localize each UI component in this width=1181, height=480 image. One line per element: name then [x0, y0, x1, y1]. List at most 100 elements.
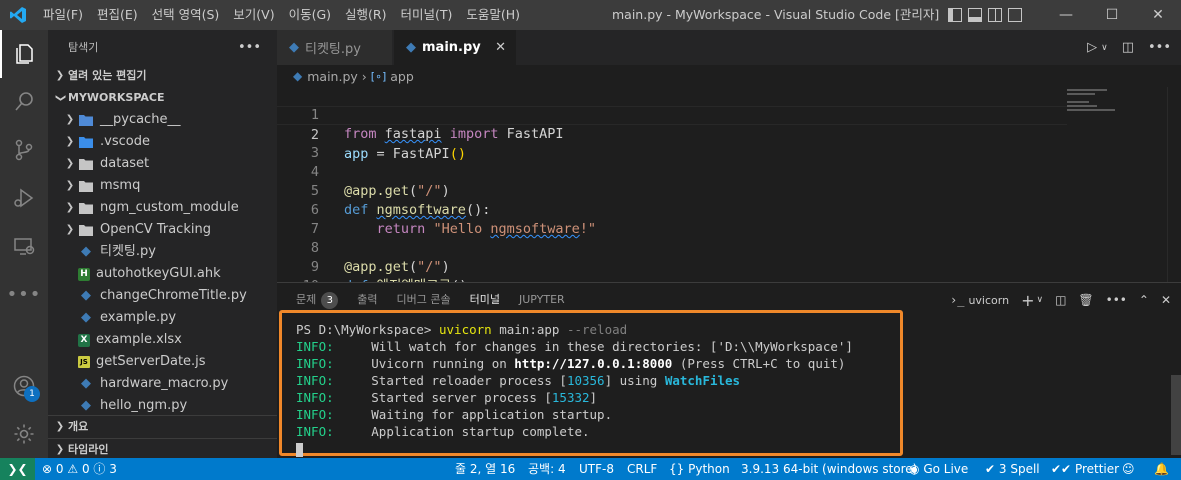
trash-icon[interactable]: 🗑 [1078, 293, 1093, 307]
workspace-section[interactable]: ❯ MYWORKSPACE [48, 87, 277, 109]
code-line: 10 return "안녕하세요! 반갑습니다." [277, 258, 1067, 282]
tree-folder-pycache[interactable]: ❯ __pycache__ [48, 109, 277, 131]
tree-folder-dataset[interactable]: ❯ dataset [48, 153, 277, 175]
terminal-scrollbar[interactable] [1171, 375, 1181, 455]
chevron-right-icon: ❯ [65, 114, 75, 125]
run-debug-icon[interactable] [0, 174, 48, 222]
tree-file[interactable]: ◆ example.py [48, 307, 277, 329]
tree-file[interactable]: ◆ hardware_macro.py [48, 373, 277, 395]
split-editor-icon[interactable]: ◫ [1122, 40, 1134, 55]
python-interpreter[interactable]: 3.9.13 64-bit (windows store) [741, 458, 917, 480]
tab-main-py[interactable]: ◆ main.py ✕ [394, 30, 516, 65]
accounts-icon[interactable] [0, 362, 48, 410]
toggle-panel-icon[interactable] [968, 8, 982, 22]
breadcrumb-file[interactable]: main.py [307, 69, 358, 84]
tree-folder-ngm-custom-module[interactable]: ❯ ngm_custom_module [48, 197, 277, 219]
menu-go[interactable]: 이동(G) [282, 0, 338, 30]
menu-selection[interactable]: 선택 영역(S) [145, 0, 227, 30]
end-of-line[interactable]: CRLF [627, 458, 657, 480]
menu-terminal[interactable]: 터미널(T) [394, 0, 460, 30]
customize-layout-icon[interactable] [1008, 8, 1022, 22]
code-editor[interactable]: 1 from fastapi import FastAPI 2 app = Fa… [277, 87, 1181, 282]
terminal-line: INFO: Application startup complete. [296, 424, 590, 439]
maximize-panel-icon[interactable]: ⌃ [1139, 293, 1149, 307]
python-icon: ◆ [81, 310, 91, 325]
layout-controls [948, 8, 1022, 22]
python-icon: ◆ [81, 244, 91, 259]
spell-check[interactable]: ✔ 3 Spell [985, 458, 1040, 480]
explorer-icon[interactable] [0, 30, 48, 78]
tree-folder-opencv-tracking[interactable]: ❯ OpenCV Tracking [48, 219, 277, 241]
remote-explorer-icon[interactable] [0, 222, 48, 270]
chevron-down-icon[interactable]: ∨ [1036, 295, 1043, 305]
encoding[interactable]: UTF-8 [579, 458, 614, 480]
split-terminal-icon[interactable]: ◫ [1055, 293, 1066, 307]
tree-file[interactable]: ◆ 티켓팅.py [48, 241, 277, 263]
remote-indicator-icon[interactable]: ❯❮ [0, 458, 35, 480]
tree-file[interactable]: ◆ hello_ngm.py [48, 395, 277, 417]
new-terminal-icon[interactable]: + [1021, 291, 1034, 310]
search-icon[interactable] [0, 78, 48, 126]
source-control-icon[interactable] [0, 126, 48, 174]
terminal-icon: ›_ [949, 293, 965, 307]
window-title: main.py - MyWorkspace - Visual Studio Co… [612, 7, 940, 22]
menu-run[interactable]: 실행(R) [338, 0, 393, 30]
problems-status[interactable]: ⊗ 0 ⚠ 0 ⓘ 3 [42, 458, 117, 480]
tree-folder-msmq[interactable]: ❯ msmq [48, 175, 277, 197]
more-icon[interactable]: ••• [0, 270, 48, 318]
python-icon: ◆ [293, 69, 303, 83]
editor-scrollbar[interactable] [1167, 87, 1181, 282]
chevron-down-icon[interactable]: ∨ [1101, 43, 1108, 53]
timeline-section[interactable]: ❯ 타임라인 [48, 438, 277, 458]
terminal-line [296, 440, 853, 457]
close-icon[interactable]: ✕ [495, 40, 506, 55]
go-live-button[interactable]: ◉ Go Live [909, 458, 968, 480]
tree-file[interactable]: JS getServerDate.js [48, 351, 277, 373]
title-bar: 파일(F) 편집(E) 선택 영역(S) 보기(V) 이동(G) 실행(R) 터… [0, 0, 1181, 30]
run-python-file-icon[interactable]: ▷ [1087, 40, 1097, 55]
language-mode[interactable]: {} Python [669, 458, 730, 480]
chevron-right-icon: ❯ [65, 136, 75, 147]
more-actions-icon[interactable]: ••• [1106, 293, 1127, 307]
menu-edit[interactable]: 편집(E) [90, 0, 145, 30]
terminal-output[interactable]: PS D:\MyWorkspace> uvicorn main:app --re… [296, 321, 853, 457]
status-bar: ❯❮ ⊗ 0 ⚠ 0 ⓘ 3 줄 2, 열 16 공백: 4 UTF-8 CRL… [0, 458, 1181, 480]
more-actions-icon[interactable]: ••• [238, 30, 261, 65]
more-actions-icon[interactable]: ••• [1148, 40, 1171, 55]
warning-icon: ⚠ [67, 462, 79, 476]
toggle-secondary-sidebar-icon[interactable] [988, 8, 1002, 22]
terminal-name[interactable]: uvicorn [968, 294, 1009, 307]
tree-folder-vscode[interactable]: ❯ .vscode [48, 131, 277, 153]
breadcrumb-symbol[interactable]: app [390, 69, 414, 84]
minimap[interactable] [1067, 87, 1167, 117]
prettier-status[interactable]: ✔✔ Prettier [1051, 458, 1119, 480]
chevron-right-icon: ❯ [65, 202, 75, 213]
editor-tab-bar: ◆ 티켓팅.py ◆ main.py ✕ ▷ ∨ ◫ ••• [277, 30, 1181, 65]
tree-file[interactable]: ◆ changeChromeTitle.py [48, 285, 277, 307]
tree-file[interactable]: X example.xlsx [48, 329, 277, 351]
toggle-primary-sidebar-icon[interactable] [948, 8, 962, 22]
problems-count-badge: 3 [321, 292, 339, 309]
minimize-button[interactable]: — [1043, 0, 1089, 30]
cursor-position[interactable]: 줄 2, 열 16 [455, 458, 515, 480]
menu-view[interactable]: 보기(V) [226, 0, 281, 30]
close-panel-icon[interactable]: ✕ [1161, 293, 1171, 307]
tree-file[interactable]: H autohotkeyGUI.ahk [48, 263, 277, 285]
manage-gear-icon[interactable] [0, 410, 48, 458]
editor-actions: ▷ ∨ ◫ ••• [1087, 30, 1171, 65]
tab-ticketing[interactable]: ◆ 티켓팅.py [277, 30, 392, 65]
menu-file[interactable]: 파일(F) [36, 0, 90, 30]
feedback-icon[interactable]: ☺ [1122, 458, 1135, 480]
outline-section[interactable]: ❯ 개요 [48, 416, 277, 438]
open-editors-section[interactable]: ❯ 열려 있는 편집기 [48, 65, 277, 87]
sidebar-title-label: 탐색기 [68, 41, 99, 54]
close-window-button[interactable]: ✕ [1135, 0, 1181, 30]
accounts-badge: 1 [24, 386, 40, 402]
maximize-button[interactable]: ☐ [1089, 0, 1135, 30]
notifications-bell-icon[interactable]: 🔔 [1154, 458, 1169, 480]
indentation[interactable]: 공백: 4 [528, 458, 566, 480]
chevron-right-icon: ❯ [65, 158, 75, 169]
menu-help[interactable]: 도움말(H) [459, 0, 527, 30]
javascript-icon: JS [78, 356, 90, 368]
variable-icon: [∘] [370, 69, 387, 83]
